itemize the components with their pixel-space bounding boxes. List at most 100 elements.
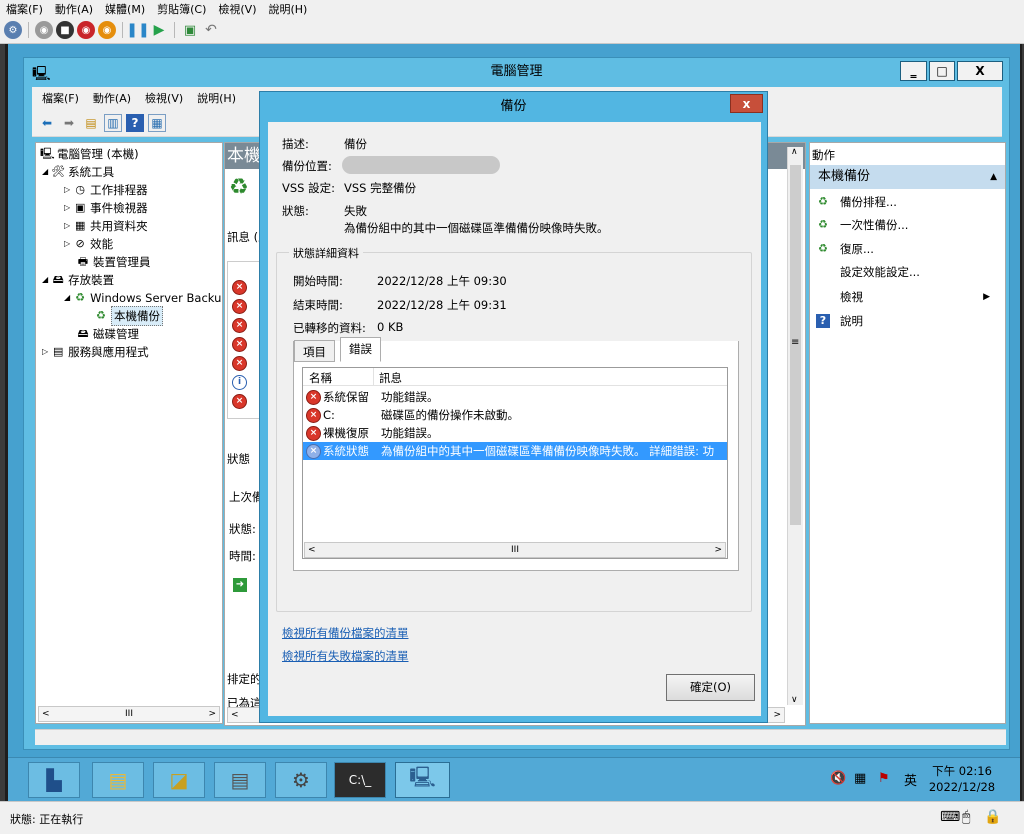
volume-muted-icon[interactable]: 🔇 [830, 771, 846, 786]
ok-button[interactable]: 確定(O) [666, 674, 755, 701]
action-center-icon[interactable]: ⚑ [878, 771, 890, 786]
server-manager-button[interactable]: ▙ [28, 762, 80, 798]
control-panel-button[interactable]: ⚙ [275, 762, 327, 798]
error-icon: × [306, 425, 321, 441]
main-status-bar [35, 729, 1006, 745]
clock[interactable]: 下午 02:16 2022/12/28 [928, 763, 996, 795]
tree-item-task-scheduler[interactable]: ▷ ◷ 工作排程器 [64, 181, 148, 199]
up-folder-icon[interactable]: ▤ [82, 114, 100, 132]
minimize-button[interactable]: ‗ [900, 61, 927, 81]
column-name[interactable]: 名稱 [309, 370, 332, 386]
action-backup-once[interactable]: ♻ 一次性備份... [816, 216, 908, 234]
menu-view[interactable]: 檢視(V) [145, 90, 183, 106]
wbadmin-button[interactable]: ◪ [153, 762, 205, 798]
back-arrow-icon[interactable]: ⬅ [38, 114, 56, 132]
show-action-pane-icon[interactable]: ▦ [148, 113, 166, 132]
submenu-arrow-icon: ▶ [983, 292, 990, 302]
list-item[interactable]: × 系統保留 功能錯誤。 [306, 388, 439, 406]
ctrl-alt-del-icon[interactable]: ⚙ [4, 21, 22, 39]
notepad-button[interactable]: ▤ [214, 762, 266, 798]
tree-item-performance[interactable]: ▷ ⊘ 效能 [64, 235, 113, 253]
vm-menu-view[interactable]: 檢視(V) [218, 1, 256, 17]
error-message: 為備份組中的其中一個磁碟區準備備份映像時失敗。 詳細錯誤: 功 [381, 444, 715, 458]
tree-item-system-tools[interactable]: ◢ 🛠 系統工具 [42, 163, 114, 181]
help-icon[interactable]: ? [126, 113, 144, 132]
server-manager-icon: ▙ [46, 768, 62, 792]
close-button[interactable]: X [957, 61, 1003, 81]
column-message[interactable]: 訊息 [379, 370, 402, 386]
pause-icon[interactable]: ❚❚ [126, 21, 149, 39]
forward-arrow-icon[interactable]: ➡ [60, 114, 78, 132]
tab-errors[interactable]: 錯誤 [340, 337, 381, 362]
tree-item-local-backup[interactable]: ♻ 本機備份 [94, 306, 163, 326]
resume-icon[interactable]: ▶ [150, 21, 168, 39]
scroll-right-icon[interactable]: > [208, 709, 216, 719]
dialog-close-button[interactable]: x [730, 94, 763, 113]
tree-horizontal-scrollbar[interactable]: < III > [38, 706, 220, 722]
location-redacted [342, 156, 500, 174]
tree-item-services-apps[interactable]: ▷ ▤ 服務與應用程式 [42, 343, 149, 361]
scroll-thumb[interactable]: III [511, 545, 519, 555]
vm-menu-clipboard[interactable]: 剪貼簿(C) [157, 1, 206, 17]
scroll-down-icon[interactable]: ∨ [791, 695, 798, 705]
action-backup-schedule[interactable]: ♻ 備份排程... [816, 193, 897, 211]
tab-items[interactable]: 項目 [294, 340, 335, 362]
shutdown-icon[interactable]: ◉ [77, 21, 95, 39]
maximize-button[interactable]: □ [929, 61, 955, 81]
disk-icon: 🖴 [77, 327, 89, 340]
menu-help[interactable]: 說明(H) [197, 90, 236, 106]
menu-action[interactable]: 動作(A) [93, 90, 131, 106]
action-recover[interactable]: ♻ 復原... [816, 240, 874, 258]
performance-icon: ⊘ [75, 237, 85, 250]
actions-group-header[interactable]: 本機備份 ▲ [810, 165, 1005, 189]
revert-icon[interactable]: ↶ [202, 21, 220, 39]
cmd-button[interactable]: C:\_ [334, 762, 386, 798]
tree-item-shared-folders[interactable]: ▷ ▦ 共用資料夾 [64, 217, 148, 235]
scroll-thumb[interactable]: III [125, 709, 133, 719]
document-icon: ▤ [230, 768, 250, 792]
turn-off-icon[interactable]: ■ [56, 21, 74, 39]
checkpoint-icon[interactable]: ▣ [181, 21, 199, 39]
network-icon[interactable]: ▦ [854, 771, 866, 786]
ime-indicator[interactable]: 英 [904, 770, 917, 789]
vm-status-bar: 狀態: 正在執行 ⌨ 🖱 🔒 [0, 801, 1024, 834]
tree-item-event-viewer[interactable]: ▷ ▣ 事件檢視器 [64, 199, 148, 217]
vm-menu-media[interactable]: 媒體(M) [105, 1, 145, 17]
tree-item-windows-server-backup[interactable]: ◢ ♻ Windows Server Backu [64, 289, 221, 307]
transferred-label: 已轉移的資料: [293, 321, 366, 335]
start-icon[interactable]: ◉ [35, 21, 53, 39]
scroll-left-icon[interactable]: < [42, 709, 50, 719]
center-vertical-scrollbar[interactable]: ∧ ≡ ∨ [787, 147, 803, 705]
file-explorer-button[interactable]: ▤ [92, 762, 144, 798]
vm-menu-help[interactable]: 說明(H) [268, 1, 307, 17]
vm-menu-file[interactable]: 檔案(F) [6, 1, 43, 17]
vm-menu-action[interactable]: 動作(A) [55, 1, 93, 17]
vss-value: VSS 完整備份 [344, 181, 417, 195]
collapse-triangle-icon[interactable]: ▲ [990, 165, 997, 189]
save-icon[interactable]: ◉ [98, 21, 116, 39]
computer-management-taskbar-button[interactable]: 🖳 [395, 762, 450, 798]
action-help[interactable]: ? 說明 [816, 312, 863, 330]
scroll-left-icon[interactable]: < [231, 710, 239, 720]
start-value: 2022/12/28 上午 09:30 [377, 274, 507, 288]
tree-item-root[interactable]: 🖳 電腦管理 (本機) [40, 145, 139, 163]
action-view[interactable]: 檢視 ▶ [840, 288, 990, 306]
scroll-left-icon[interactable]: < [308, 545, 316, 555]
tree-item-disk-management[interactable]: 🖴 磁碟管理 [76, 325, 139, 343]
tree-item-storage[interactable]: ◢ 🖴 存放裝置 [42, 271, 114, 289]
view-failed-files-link[interactable]: 檢視所有失敗檔案的清單 [282, 648, 409, 664]
scroll-up-icon[interactable]: ∧ [791, 147, 798, 157]
action-performance-settings[interactable]: 設定效能設定... [840, 263, 920, 281]
scroll-right-icon[interactable]: > [773, 710, 781, 720]
show-tree-icon[interactable]: ▥ [104, 113, 122, 132]
list-horizontal-scrollbar[interactable]: < III > [304, 542, 726, 558]
view-details-icon[interactable]: ➜ [233, 578, 247, 592]
list-item[interactable]: × C: 磁碟區的備份操作未啟動。 [306, 406, 519, 424]
shared-folder-icon: ▦ [74, 219, 86, 232]
scroll-right-icon[interactable]: > [714, 545, 722, 555]
tree-item-device-manager[interactable]: 🖶 裝置管理員 [76, 253, 151, 271]
menu-file[interactable]: 檔案(F) [42, 90, 79, 106]
list-item-selected[interactable]: × 系統狀態 為備份組中的其中一個磁碟區準備備份映像時失敗。 詳細錯誤: 功 [303, 442, 727, 460]
list-item[interactable]: × 裸機復原 功能錯誤。 [306, 424, 439, 442]
view-backup-files-link[interactable]: 檢視所有備份檔案的清單 [282, 625, 409, 641]
